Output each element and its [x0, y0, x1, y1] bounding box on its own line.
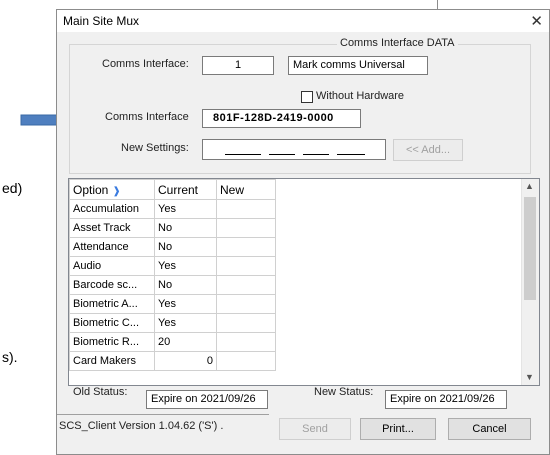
option-cell: Asset Track — [69, 218, 155, 238]
new-cell[interactable] — [216, 218, 276, 238]
current-cell: No — [154, 218, 217, 238]
column-header-current[interactable]: Current — [154, 179, 217, 200]
column-header-new[interactable]: New — [216, 179, 276, 200]
version-status: SCS_Client Version 1.04.62 ('S') . — [57, 414, 269, 437]
table-row[interactable]: Biometric R... 20 — [69, 332, 276, 352]
option-cell: Accumulation — [69, 199, 155, 219]
background-text-2: s). — [2, 349, 18, 365]
current-cell: No — [154, 275, 217, 295]
new-settings-label: New Settings: — [121, 142, 189, 154]
comms-interface-label: Comms Interface: — [102, 58, 189, 70]
new-cell[interactable] — [216, 256, 276, 276]
background-text-1: ed) — [2, 180, 23, 196]
new-settings-seg3 — [303, 143, 329, 155]
table-row[interactable]: Audio Yes — [69, 256, 276, 276]
add-button[interactable]: << Add... — [393, 139, 463, 161]
sort-icon: ❱ — [112, 185, 121, 197]
current-cell: 0 — [154, 351, 217, 371]
new-cell[interactable] — [216, 294, 276, 314]
table-row[interactable]: Accumulation Yes — [69, 199, 276, 219]
window-edge — [437, 0, 438, 10]
current-cell: Yes — [154, 313, 217, 333]
option-header-label: Option — [73, 182, 109, 197]
group-title: Comms Interface DATA — [337, 37, 458, 49]
without-hardware-checkbox[interactable] — [301, 91, 313, 103]
print-button[interactable]: Print... — [360, 418, 436, 440]
new-settings-seg1 — [225, 143, 261, 155]
option-cell: Barcode sc... — [69, 275, 155, 295]
table-row[interactable]: Biometric A... Yes — [69, 294, 276, 314]
new-cell[interactable] — [216, 199, 276, 219]
new-settings-input[interactable] — [202, 139, 386, 160]
option-cell: Biometric C... — [69, 313, 155, 333]
comms-interface-number-field[interactable]: 1 — [202, 56, 274, 75]
close-icon[interactable]: ✕ — [530, 12, 543, 30]
option-cell: Card Makers — [69, 351, 155, 371]
new-cell[interactable] — [216, 332, 276, 352]
new-settings-seg4 — [337, 143, 365, 155]
option-cell: Biometric A... — [69, 294, 155, 314]
current-cell: Yes — [154, 199, 217, 219]
table-row[interactable]: Asset Track No — [69, 218, 276, 238]
old-status-label: Old Status: — [73, 386, 128, 398]
scroll-up-icon[interactable]: ▲ — [525, 181, 534, 191]
new-cell[interactable] — [216, 237, 276, 257]
new-status-label: New Status: — [314, 386, 374, 398]
option-cell: Audio — [69, 256, 155, 276]
main-site-mux-dialog: Main Site Mux ✕ Comms Interface DATA Com… — [56, 0, 550, 455]
cancel-button[interactable]: Cancel — [448, 418, 531, 440]
current-cell: 20 — [154, 332, 217, 352]
options-table: Option ❱ Current New Accumulation Yes Asse… — [68, 178, 540, 386]
mark-comms-universal-field[interactable]: Mark comms Universal — [288, 56, 428, 75]
comms-interface-id-label: Comms Interface — [105, 111, 189, 123]
column-header-option[interactable]: Option ❱ — [69, 179, 155, 200]
option-cell: Biometric R... — [69, 332, 155, 352]
new-status-field: Expire on 2021/09/26 — [385, 390, 507, 409]
table-row[interactable]: Barcode sc... No — [69, 275, 276, 295]
current-cell: Yes — [154, 256, 217, 276]
comms-interface-id-field[interactable]: 801F-128D-2419-0000 — [202, 109, 361, 128]
table-row[interactable]: Card Makers 0 — [69, 351, 276, 371]
scroll-down-icon[interactable]: ▼ — [525, 372, 534, 382]
without-hardware-label: Without Hardware — [316, 90, 405, 102]
new-cell[interactable] — [216, 351, 276, 371]
current-cell: Yes — [154, 294, 217, 314]
option-cell: Attendance — [69, 237, 155, 257]
old-status-field: Expire on 2021/09/26 — [146, 390, 268, 409]
table-scrollbar[interactable]: ▲ ▼ — [521, 179, 539, 385]
scroll-thumb[interactable] — [524, 197, 536, 300]
dialog-title: Main Site Mux — [63, 14, 140, 28]
new-cell[interactable] — [216, 275, 276, 295]
send-button[interactable]: Send — [279, 418, 351, 440]
new-settings-seg2 — [269, 143, 295, 155]
title-bar: Main Site Mux ✕ — [57, 10, 549, 32]
table-row[interactable]: Attendance No — [69, 237, 276, 257]
new-cell[interactable] — [216, 313, 276, 333]
current-cell: No — [154, 237, 217, 257]
table-row[interactable]: Biometric C... Yes — [69, 313, 276, 333]
